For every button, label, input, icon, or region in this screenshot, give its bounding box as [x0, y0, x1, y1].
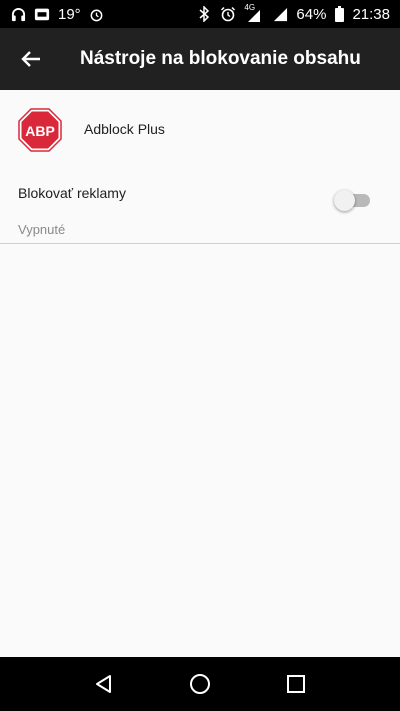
provider-name: Adblock Plus — [84, 121, 165, 137]
block-ads-toggle[interactable] — [334, 187, 372, 213]
page-title: Nástroje na blokovanie obsahu — [80, 48, 361, 69]
status-bar-left: 19° — [10, 6, 105, 23]
navigation-bar — [0, 657, 400, 711]
app-bar: Nástroje na blokovanie obsahu — [0, 28, 400, 90]
block-ads-status: Vypnuté — [18, 222, 66, 237]
battery-icon — [334, 6, 344, 22]
weather-app-icon — [34, 6, 50, 22]
provider-row: ABP Adblock Plus — [0, 90, 400, 168]
home-circle-icon — [189, 673, 211, 695]
alarm-icon — [89, 6, 105, 22]
arrow-back-icon — [21, 50, 41, 68]
block-ads-label: Blokovať reklamy — [18, 185, 126, 201]
headphones-icon — [10, 6, 26, 22]
main-content: ABP Adblock Plus Blokovať reklamy Vypnut… — [0, 90, 400, 657]
temperature-text: 19° — [58, 5, 81, 23]
block-ads-setting[interactable]: Blokovať reklamy Vypnuté — [0, 170, 400, 246]
nav-recents-button[interactable] — [276, 664, 316, 704]
status-bar-right: 4G 64% 21:38 — [196, 3, 390, 23]
divider — [0, 243, 400, 244]
signal-icon — [272, 6, 288, 22]
nav-home-button[interactable] — [180, 664, 220, 704]
battery-percent-text: 64% — [296, 5, 327, 23]
alarm-icon — [220, 6, 236, 22]
adblock-plus-logo: ABP — [18, 108, 62, 152]
bluetooth-icon — [196, 6, 212, 22]
network-type-text: 4G — [244, 3, 256, 12]
status-bar: 19° 4G 64% 21:38 — [0, 0, 400, 28]
abp-logo-text: ABP — [25, 123, 55, 139]
back-button[interactable] — [0, 28, 62, 90]
clock-text: 21:38 — [352, 5, 390, 23]
signal-4g-icon: 4G — [244, 3, 264, 22]
nav-back-button[interactable] — [84, 664, 124, 704]
recents-square-icon — [287, 675, 305, 693]
toggle-thumb — [334, 190, 355, 211]
back-triangle-icon — [94, 674, 114, 694]
